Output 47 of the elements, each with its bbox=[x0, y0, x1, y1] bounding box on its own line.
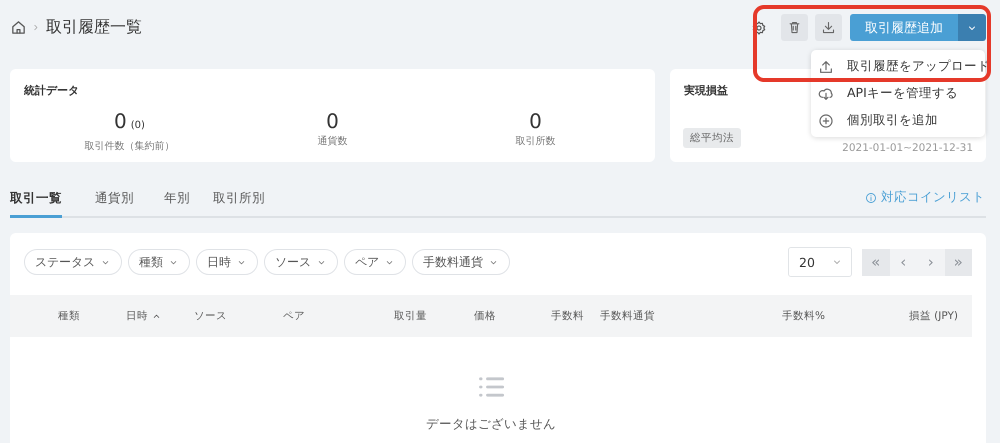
stat-value: 0 bbox=[326, 109, 339, 133]
home-icon[interactable] bbox=[10, 19, 27, 36]
filter-dropdown[interactable]: 手数料通貨 bbox=[412, 249, 510, 275]
upload-icon bbox=[818, 58, 834, 74]
stat-value: 0 bbox=[529, 109, 542, 133]
column-header[interactable]: 種類 bbox=[58, 309, 80, 323]
column-header[interactable]: 手数料% bbox=[782, 309, 825, 323]
column-header[interactable]: ソース bbox=[194, 309, 227, 323]
trash-icon bbox=[787, 20, 802, 35]
card-title: 統計データ bbox=[24, 83, 79, 98]
stat-label: 通貨数 bbox=[318, 134, 348, 148]
empty-message: データはございません bbox=[426, 416, 556, 433]
filter-dropdown[interactable]: 種類 bbox=[128, 249, 190, 275]
info-icon bbox=[865, 192, 877, 204]
filter-dropdown[interactable]: ペア bbox=[344, 249, 406, 275]
tab[interactable]: 年別 bbox=[164, 190, 190, 218]
filter-dropdown[interactable]: 日時 bbox=[196, 249, 258, 275]
plus-circle-icon bbox=[818, 112, 834, 128]
stat-label: 取引所数 bbox=[516, 134, 556, 148]
page-title: 取引履歴一覧 bbox=[46, 17, 142, 38]
filter-dropdown[interactable]: ソース bbox=[264, 249, 338, 275]
column-header[interactable]: 手数料通貨 bbox=[600, 309, 655, 323]
method-tag: 総平均法 bbox=[683, 128, 741, 148]
period-text: 2021-01-01~2021-12-31 bbox=[842, 142, 973, 154]
page-size-select[interactable]: 20 bbox=[788, 247, 852, 277]
stat-value: 0 bbox=[114, 109, 127, 133]
column-header[interactable]: 日時 bbox=[126, 309, 162, 323]
menu-item[interactable]: 個別取引を追加 bbox=[811, 107, 985, 134]
stat-subvalue: (0) bbox=[130, 120, 145, 131]
tab[interactable]: 通貨別 bbox=[95, 190, 134, 218]
card-title: 実現損益 bbox=[684, 83, 728, 98]
tab[interactable]: 取引一覧 bbox=[10, 190, 62, 218]
download-button[interactable] bbox=[815, 14, 842, 41]
download-icon bbox=[821, 20, 836, 35]
column-header[interactable]: 価格 bbox=[474, 309, 496, 323]
settings-icon[interactable] bbox=[751, 20, 767, 36]
menu-item[interactable]: APIキーを管理する bbox=[811, 80, 985, 107]
column-header[interactable]: 損益 (JPY) bbox=[908, 309, 958, 323]
tab[interactable]: 取引所別 bbox=[213, 190, 265, 218]
cloud-download-icon bbox=[818, 86, 834, 102]
column-header[interactable]: 取引量 bbox=[394, 309, 427, 323]
filter-dropdown[interactable]: ステータス bbox=[24, 249, 122, 275]
dropdown-toggle[interactable] bbox=[958, 14, 986, 41]
delete-button[interactable] bbox=[781, 14, 808, 41]
stat-label: 取引件数（集約前） bbox=[84, 140, 174, 153]
column-header[interactable]: 手数料 bbox=[551, 309, 584, 323]
column-header[interactable]: ペア bbox=[283, 309, 305, 323]
